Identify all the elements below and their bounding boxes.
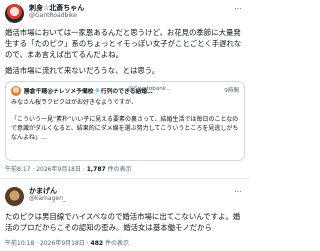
view-count-label: 件の表示 — [104, 240, 129, 247]
quote-handle: @Cryptobank… — [128, 86, 172, 92]
divider — [0, 178, 251, 179]
view-count-label: 件の表示 — [107, 166, 132, 173]
tweet-text: たのピクは男目線でハイスペなので婚活市場に出てこないんですよ。婚活のプロだからこ… — [5, 212, 241, 232]
tweet-text-second-paragraph: 婚活市場に流れて来ないだろうな、とは思う。 — [5, 66, 160, 75]
user-handle[interactable]: @GantRoadbike — [29, 12, 77, 19]
quoted-tweet[interactable]: 勝倉千穂@ナレソメ予備校🎐行列のできる結婚… @Cryptobank… 9時間 … — [5, 81, 245, 161]
quote-text: 「こういう一見“素朴”いい子に見える要素の裏さって、結婚生活では毎日のことなので… — [11, 116, 239, 141]
tweet-meta: 午前10:18 · 2026年9月18日 · 482 件の表示 — [5, 240, 129, 247]
tweet-date[interactable]: 2026年9月18日 — [36, 166, 81, 173]
view-count: 482 — [90, 240, 104, 247]
avatar[interactable] — [5, 4, 24, 23]
view-count: 1,787 — [86, 166, 106, 173]
user-handle[interactable]: @kamagen_ — [29, 195, 66, 202]
more-icon[interactable]: ⋯ — [234, 4, 243, 13]
tweet-time[interactable]: 午前8:17 — [5, 166, 30, 173]
tweet-time[interactable]: 午前10:18 — [5, 240, 34, 247]
more-icon[interactable]: ⋯ — [234, 187, 243, 196]
quote-time: 9時間 — [224, 88, 239, 94]
tweet-text: 婚活市場においては一家恩あるんだと思うけど、お花見の季節に大量発生する「たのピク… — [5, 28, 242, 59]
quote-avatar — [11, 86, 21, 96]
tweet-date[interactable]: 2026年9月18日 — [40, 240, 85, 247]
quote-subtext: みなさん桜ラクピクはがお好きなようですが、 — [11, 99, 137, 106]
avatar[interactable] — [5, 187, 24, 206]
tweet-meta: 午前8:17 · 2026年9月18日 · 1,787 件の表示 — [5, 166, 132, 173]
